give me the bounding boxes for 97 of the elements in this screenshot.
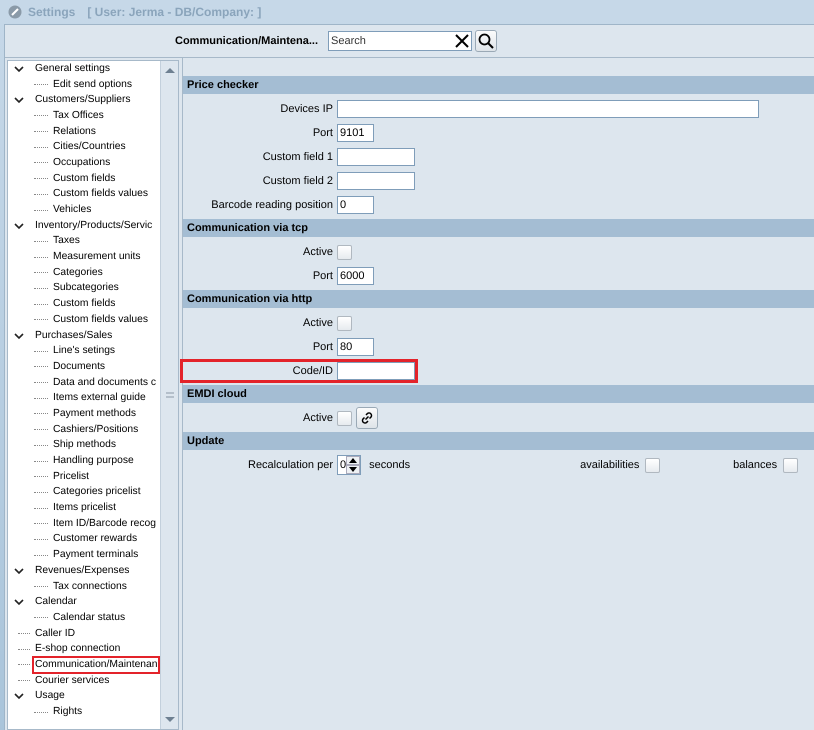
window-subtitle: [ User: Jerma - DB/Company: ]	[87, 5, 262, 19]
tree-item[interactable]: Measurement units	[50, 248, 144, 266]
tree-item[interactable]: Purchases/Sales	[32, 326, 116, 345]
option-label: balances	[733, 459, 778, 471]
tree-item[interactable]: Vehicles	[50, 201, 94, 220]
tree-item[interactable]: E-shop connection	[32, 640, 124, 658]
tree-item[interactable]: Ship methods	[50, 436, 119, 454]
tree-item[interactable]: Edit send options	[50, 76, 135, 94]
field-label: Active	[302, 412, 334, 424]
tree-item[interactable]: Revenues/Expenses	[32, 562, 132, 580]
tree-item[interactable]: Custom fields values	[50, 310, 151, 329]
app-icon	[8, 5, 22, 19]
search-field[interactable]: Search	[328, 31, 472, 51]
scroll-down-icon[interactable]	[164, 716, 176, 724]
tree-item[interactable]: Courier services	[32, 672, 112, 690]
option-label: availabilities	[580, 459, 640, 471]
checkbox[interactable]	[337, 244, 352, 260]
link-icon	[360, 411, 374, 425]
tree-item[interactable]: Data and documents c	[50, 374, 160, 392]
input-field[interactable]: 0	[337, 196, 374, 214]
scroll-up-icon[interactable]	[164, 66, 176, 74]
field-label: Port	[312, 270, 334, 282]
chevron-icon[interactable]	[14, 222, 24, 230]
tree-item[interactable]: Custom fields	[50, 295, 118, 314]
window-title: Settings	[28, 5, 76, 19]
tree-item[interactable]: Relations	[50, 122, 99, 141]
scrollbar[interactable]	[160, 61, 178, 729]
link-button[interactable]	[356, 407, 378, 429]
input-field[interactable]: 9101	[337, 124, 374, 142]
section-header: Communication via http	[183, 290, 814, 308]
number-spinner[interactable]: 0	[337, 455, 362, 475]
field-label: Active	[302, 246, 334, 258]
tree-item[interactable]: Occupations	[50, 154, 114, 172]
tree-item[interactable]: Payment terminals	[50, 546, 142, 564]
field-label: Barcode reading position	[210, 199, 334, 211]
checkbox[interactable]	[783, 458, 798, 472]
field-label: Custom field 2	[262, 175, 334, 187]
tree-item[interactable]: Documents	[50, 358, 108, 376]
checkbox[interactable]	[337, 410, 352, 426]
section-header: Price checker	[183, 76, 814, 94]
tree-item[interactable]: Item ID/Barcode recog	[50, 514, 160, 533]
tree-item[interactable]: Items pricelist	[50, 499, 119, 518]
tree-item[interactable]: Custom fields values	[50, 185, 151, 204]
tree-item[interactable]: Line's setings	[50, 342, 118, 360]
tree-item[interactable]: Caller ID	[32, 624, 78, 643]
tree-item[interactable]: Custom fields	[50, 170, 118, 188]
checkbox[interactable]	[337, 316, 352, 330]
chevron-icon[interactable]	[14, 566, 24, 575]
tree-item[interactable]: Taxes	[50, 232, 83, 250]
tree-item[interactable]: Communication/Maintenan	[32, 656, 160, 674]
tree-item[interactable]: Categories pricelist	[50, 483, 144, 502]
tree-item[interactable]: Customer rewards	[50, 530, 140, 548]
tree-item[interactable]: Cities/Countries	[50, 138, 129, 156]
section-header: Update	[183, 432, 814, 450]
tree-item[interactable]: Inventory/Products/Servic	[32, 216, 156, 235]
tree-item[interactable]: Tax Offices	[50, 106, 107, 125]
tree-item[interactable]: Usage	[32, 687, 68, 706]
input-field[interactable]	[337, 148, 415, 166]
tree-item[interactable]: Subcategories	[50, 279, 122, 298]
scroll-grip-icon[interactable]	[166, 392, 174, 398]
stepper-icon[interactable]	[346, 456, 360, 474]
breadcrumb: Communication/Maintena...	[175, 35, 318, 47]
chevron-icon[interactable]	[14, 64, 24, 73]
tree-item[interactable]: Handling purpose	[50, 452, 137, 470]
tree-item[interactable]: Calendar	[32, 593, 80, 612]
field-label: Port	[312, 127, 334, 139]
tree-item[interactable]: Customers/Suppliers	[32, 91, 134, 110]
input-field[interactable]	[337, 172, 415, 190]
input-field[interactable]	[337, 362, 415, 380]
clear-icon[interactable]	[454, 33, 470, 49]
section-header: Communication via tcp	[183, 219, 814, 237]
chevron-icon[interactable]	[14, 692, 24, 700]
unit-label: seconds	[369, 459, 410, 471]
tree-item[interactable]: General settings	[32, 61, 113, 78]
tree-item[interactable]: Calendar status	[50, 608, 128, 627]
field-label: Devices IP	[279, 103, 334, 115]
field-label: Recalculation per	[247, 459, 334, 471]
tree-item[interactable]: Tax connections	[50, 578, 130, 596]
field-label: Active	[302, 317, 334, 329]
tree-item[interactable]: Categories	[50, 264, 106, 282]
field-label: Port	[312, 341, 334, 353]
tree-item[interactable]: Pricelist	[50, 468, 92, 486]
input-field[interactable]: 80	[337, 338, 374, 356]
search-button[interactable]	[475, 30, 498, 52]
tree-item[interactable]: Payment methods	[50, 404, 139, 423]
input-field[interactable]: 6000	[337, 267, 374, 285]
section-header: EMDI cloud	[183, 385, 814, 403]
tree-item[interactable]: Cashiers/Positions	[50, 420, 142, 439]
tree-item[interactable]: Items external guide	[50, 389, 149, 408]
checkbox[interactable]	[645, 458, 660, 472]
chevron-icon[interactable]	[14, 598, 24, 606]
input-field[interactable]	[337, 100, 759, 118]
tree-item[interactable]: Rights	[50, 703, 86, 722]
chevron-icon[interactable]	[14, 332, 24, 340]
chevron-icon[interactable]	[14, 96, 24, 104]
search-icon	[478, 33, 494, 49]
field-label: Custom field 1	[262, 151, 334, 163]
